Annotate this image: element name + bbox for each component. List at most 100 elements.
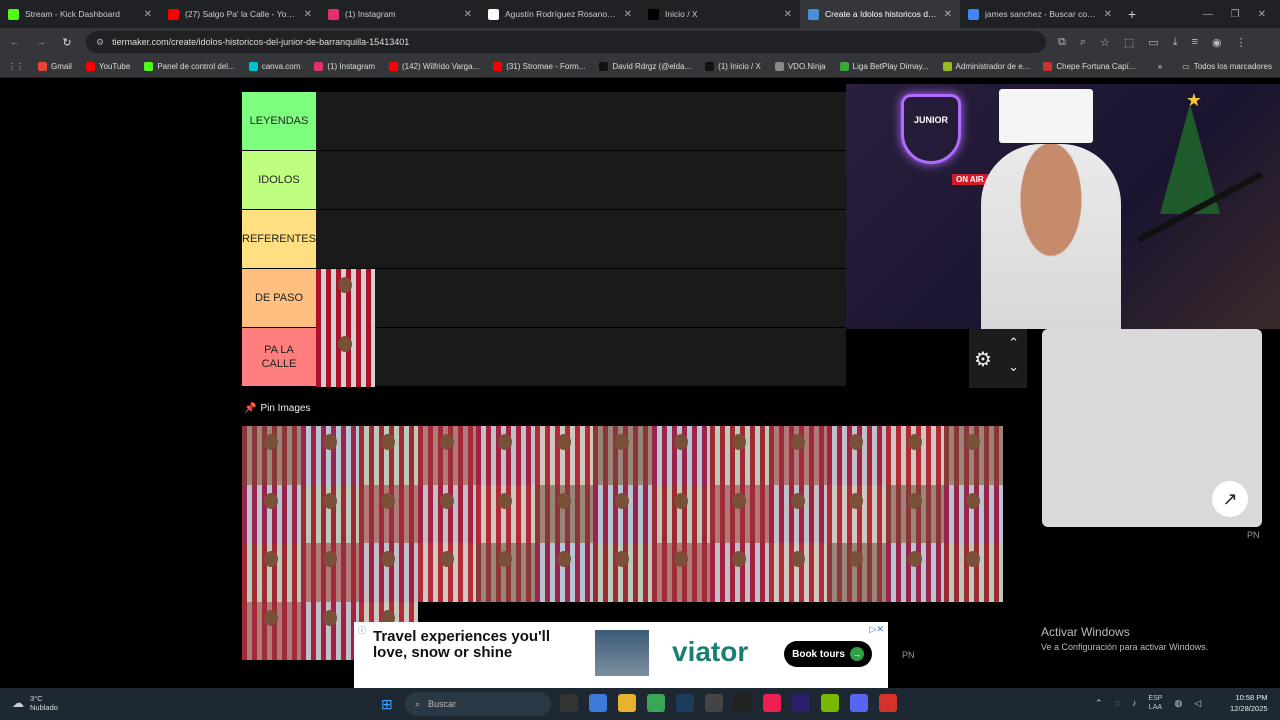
player-image[interactable] [593,484,652,543]
reading-list-icon[interactable]: ≡ [1192,36,1198,49]
player-image[interactable] [359,543,418,602]
player-image[interactable] [768,543,827,602]
player-image[interactable] [300,543,359,602]
player-image[interactable] [768,426,827,485]
reload-icon[interactable]: ↻ [60,36,74,49]
close-icon[interactable]: ✕ [304,9,312,20]
player-image[interactable] [651,484,710,543]
bookmark-item[interactable]: Administrador de e... [942,62,1029,71]
apps-grid-icon[interactable]: ⋮⋮ [8,62,24,71]
forward-icon[interactable]: → [34,36,48,48]
bookmark-item[interactable]: David Rdrgz (@elda... [599,62,691,71]
mic-icon[interactable]: ♪ [1132,698,1137,708]
close-icon[interactable]: ✕ [944,9,952,20]
player-image[interactable] [359,426,418,485]
tier-drop-zone[interactable] [316,269,846,328]
bookmark-item[interactable]: VDO.Ninja [774,62,826,71]
clock[interactable]: 10:58 PM 12/28/2025 [1230,692,1268,714]
expand-arrow-icon[interactable]: ↗ [1212,481,1248,517]
player-image[interactable] [944,543,1003,602]
bookmark-item[interactable]: YouTube [85,62,130,71]
player-image[interactable] [534,484,593,543]
all-bookmarks-folder[interactable]: » ▭ Todos los marcadores [1158,62,1272,71]
close-icon[interactable]: ✕ [624,9,632,20]
pin-images-toggle[interactable]: 📌 Pin Images [244,403,310,414]
maximize-icon[interactable]: ❐ [1231,9,1240,20]
tier-label[interactable]: REFERENTES [242,210,316,268]
chevron-up-icon[interactable]: ⌃ [1008,335,1019,351]
tier-drop-zone[interactable] [316,328,846,387]
player-image[interactable] [359,484,418,543]
chrome-icon[interactable] [647,694,665,712]
book-tours-button[interactable]: Book tours → [784,641,872,667]
player-image[interactable] [651,543,710,602]
back-icon[interactable]: ← [8,36,22,48]
weather-widget[interactable]: ☁ 3°C Nublado [12,694,58,712]
bookmark-star-icon[interactable]: ☆ [1100,36,1110,49]
brave-icon[interactable] [879,694,897,712]
close-icon[interactable]: ✕ [144,9,152,20]
download-icon[interactable]: ⤓ [1173,36,1178,49]
player-image[interactable] [300,601,359,660]
player-image[interactable] [242,543,301,602]
windows-start-icon[interactable]: ⊞ [381,696,393,713]
address-bar[interactable]: ⚙ tiermaker.com/create/idolos-historicos… [86,31,1046,53]
player-image[interactable] [944,426,1003,485]
player-image[interactable] [885,543,944,602]
close-icon[interactable]: ✕ [784,9,792,20]
browser-tab[interactable]: james sanchez - Buscar con Go ✕ [960,0,1120,28]
profile-icon[interactable]: ◉ [1212,36,1222,49]
ad-info-icon[interactable]: ⓘ [358,625,366,636]
site-info-icon[interactable]: ⚙ [96,37,104,48]
menu-icon[interactable]: ⋮ [1236,36,1247,49]
tier-label[interactable]: LEYENDAS [242,92,316,150]
player-image[interactable] [242,484,301,543]
player-image[interactable] [885,484,944,543]
bookmark-item[interactable]: Gmail [38,62,72,71]
browser-tab[interactable]: Agustín Rodríguez Rosano - W ✕ [480,0,640,28]
player-image[interactable] [316,328,375,387]
bookmark-item[interactable]: canva.com [248,62,300,71]
player-image[interactable] [534,426,593,485]
ad-close-icon[interactable]: ▷✕ [870,624,884,635]
wifi-icon[interactable]: ◍ [1174,698,1182,709]
nvidia-icon[interactable] [821,694,839,712]
bookmark-item[interactable]: (142) Wilfrido Varga... [388,62,479,71]
player-image[interactable] [827,484,886,543]
player-image[interactable] [242,426,301,485]
player-image[interactable] [827,543,886,602]
minimize-icon[interactable]: — [1203,9,1213,20]
chevron-down-icon[interactable]: ⌄ [1008,359,1019,375]
browser-tab[interactable]: (27) Salgo Pa' la Calle - YouTube ✕ [160,0,320,28]
more-chevron-icon[interactable]: » [1158,62,1162,71]
bookmark-item[interactable]: Chepe Fortuna Capí... [1043,62,1136,71]
tier-label[interactable]: DE PASO [242,269,316,327]
extensions-icon[interactable]: ⬚ [1124,36,1134,49]
player-image[interactable] [417,426,476,485]
player-image[interactable] [593,543,652,602]
player-image[interactable] [593,426,652,485]
bookmark-item[interactable]: (1) Instagram [314,62,375,71]
network-icon[interactable]: ◌ [1115,698,1120,708]
copilot-icon[interactable] [589,694,607,712]
player-image[interactable] [300,426,359,485]
photoshop-icon[interactable] [676,694,694,712]
tier-drop-zone[interactable] [316,92,846,150]
calculator-icon[interactable] [705,694,723,712]
obs-icon[interactable] [734,694,752,712]
bookmark-item[interactable]: Panel de control del... [144,62,235,71]
close-window-icon[interactable]: ✕ [1258,9,1266,20]
player-image[interactable] [417,543,476,602]
language-indicator[interactable]: ESP LAA [1148,694,1162,712]
folder-icon[interactable] [618,694,636,712]
after-effects-icon[interactable] [792,694,810,712]
tier-label[interactable]: IDOLOS [242,151,316,209]
bookmark-item[interactable]: (1) Inicio / X [705,62,761,71]
player-image[interactable] [710,426,769,485]
browser-tab[interactable]: Create a Idolos historicos del ju ✕ [800,0,960,28]
close-icon[interactable]: ✕ [464,9,472,20]
translate-icon[interactable]: ⧉ [1058,36,1066,49]
player-image[interactable] [885,426,944,485]
browser-tab[interactable]: (1) Instagram ✕ [320,0,480,28]
taskbar-search[interactable]: ⌕ Buscar [405,692,551,716]
